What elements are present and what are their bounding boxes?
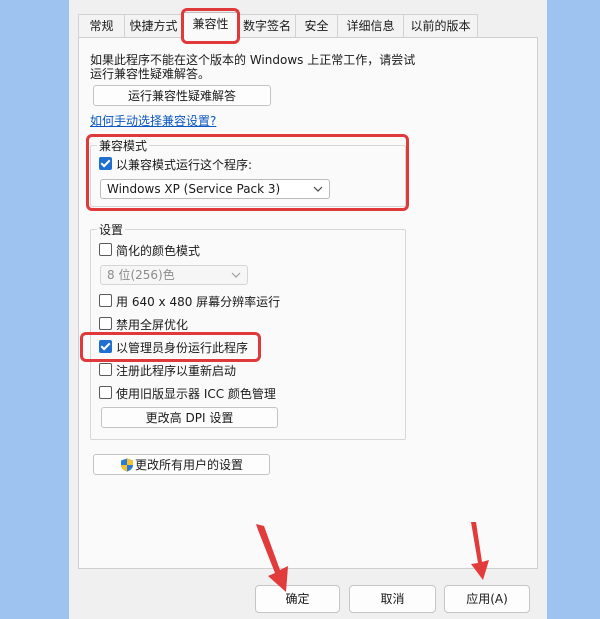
tab-digital-signatures[interactable]: 数字签名: [238, 14, 296, 37]
apply-button[interactable]: 应用(A): [444, 585, 530, 613]
all-users-settings-button[interactable]: 更改所有用户的设置: [93, 454, 270, 475]
compat-mode-group: 兼容模式 以兼容模式运行这个程序: Windows XP (Service Pa…: [90, 137, 406, 207]
chevron-down-icon: [231, 272, 241, 278]
all-users-settings-label: 更改所有用户的设置: [135, 458, 244, 472]
manual-compat-settings-link[interactable]: 如何手动选择兼容设置?: [90, 112, 216, 129]
reduced-color-label: 简化的颜色模式: [116, 244, 201, 258]
os-version-selected: Windows XP (Service Pack 3): [107, 182, 281, 196]
run-troubleshooter-button[interactable]: 运行兼容性疑难解答: [93, 85, 271, 106]
run-as-admin-label: 以管理员身份运行此程序: [116, 341, 249, 355]
troubleshoot-description-line2: 运行兼容性疑难解答。: [90, 67, 211, 81]
tab-security[interactable]: 安全: [295, 14, 338, 37]
change-dpi-button[interactable]: 更改高 DPI 设置: [101, 407, 278, 428]
os-version-select[interactable]: Windows XP (Service Pack 3): [100, 179, 330, 199]
compat-mode-checkbox-label: 以兼容模式运行这个程序:: [116, 158, 253, 172]
settings-group-title: 设置: [97, 221, 126, 238]
tab-shortcut[interactable]: 快捷方式: [124, 14, 183, 37]
register-restart-checkbox[interactable]: [99, 363, 112, 376]
tab-general[interactable]: 常规: [78, 14, 125, 37]
legacy-icc-label: 使用旧版显示器 ICC 颜色管理: [116, 387, 276, 401]
tab-previous-versions[interactable]: 以前的版本: [403, 14, 478, 37]
shield-icon: [121, 458, 133, 472]
res640-checkbox[interactable]: [99, 294, 112, 307]
tab-compatibility[interactable]: 兼容性: [182, 12, 239, 39]
properties-dialog: 常规 快捷方式 兼容性 数字签名 安全 详细信息 以前的版本 如果此程序不能在这…: [69, 0, 547, 619]
legacy-icc-checkbox[interactable]: [99, 386, 112, 399]
ok-button[interactable]: 确定: [255, 585, 340, 613]
compat-mode-checkbox[interactable]: [99, 157, 112, 170]
fullscreen-opt-checkbox[interactable]: [99, 317, 112, 330]
settings-group: 设置 简化的颜色模式 8 位(256)色 用 640 x 480 屏幕分辨率运行…: [90, 221, 406, 440]
res640-label: 用 640 x 480 屏幕分辨率运行: [116, 295, 281, 309]
tab-details[interactable]: 详细信息: [337, 14, 404, 37]
run-as-admin-checkbox[interactable]: [99, 340, 112, 353]
chevron-down-icon: [313, 186, 323, 192]
color-depth-select: 8 位(256)色: [100, 265, 248, 285]
compat-mode-group-title: 兼容模式: [97, 137, 150, 154]
tab-strip: 常规 快捷方式 兼容性 数字签名 安全 详细信息 以前的版本: [78, 12, 542, 39]
fullscreen-opt-label: 禁用全屏优化: [116, 318, 189, 332]
compatibility-panel: 如果此程序不能在这个版本的 Windows 上正常工作，请尝试 运行兼容性疑难解…: [78, 37, 538, 569]
register-restart-label: 注册此程序以重新启动: [116, 364, 237, 378]
cancel-button[interactable]: 取消: [349, 585, 436, 613]
color-depth-value: 8 位(256)色: [107, 268, 175, 282]
reduced-color-checkbox[interactable]: [99, 243, 112, 256]
